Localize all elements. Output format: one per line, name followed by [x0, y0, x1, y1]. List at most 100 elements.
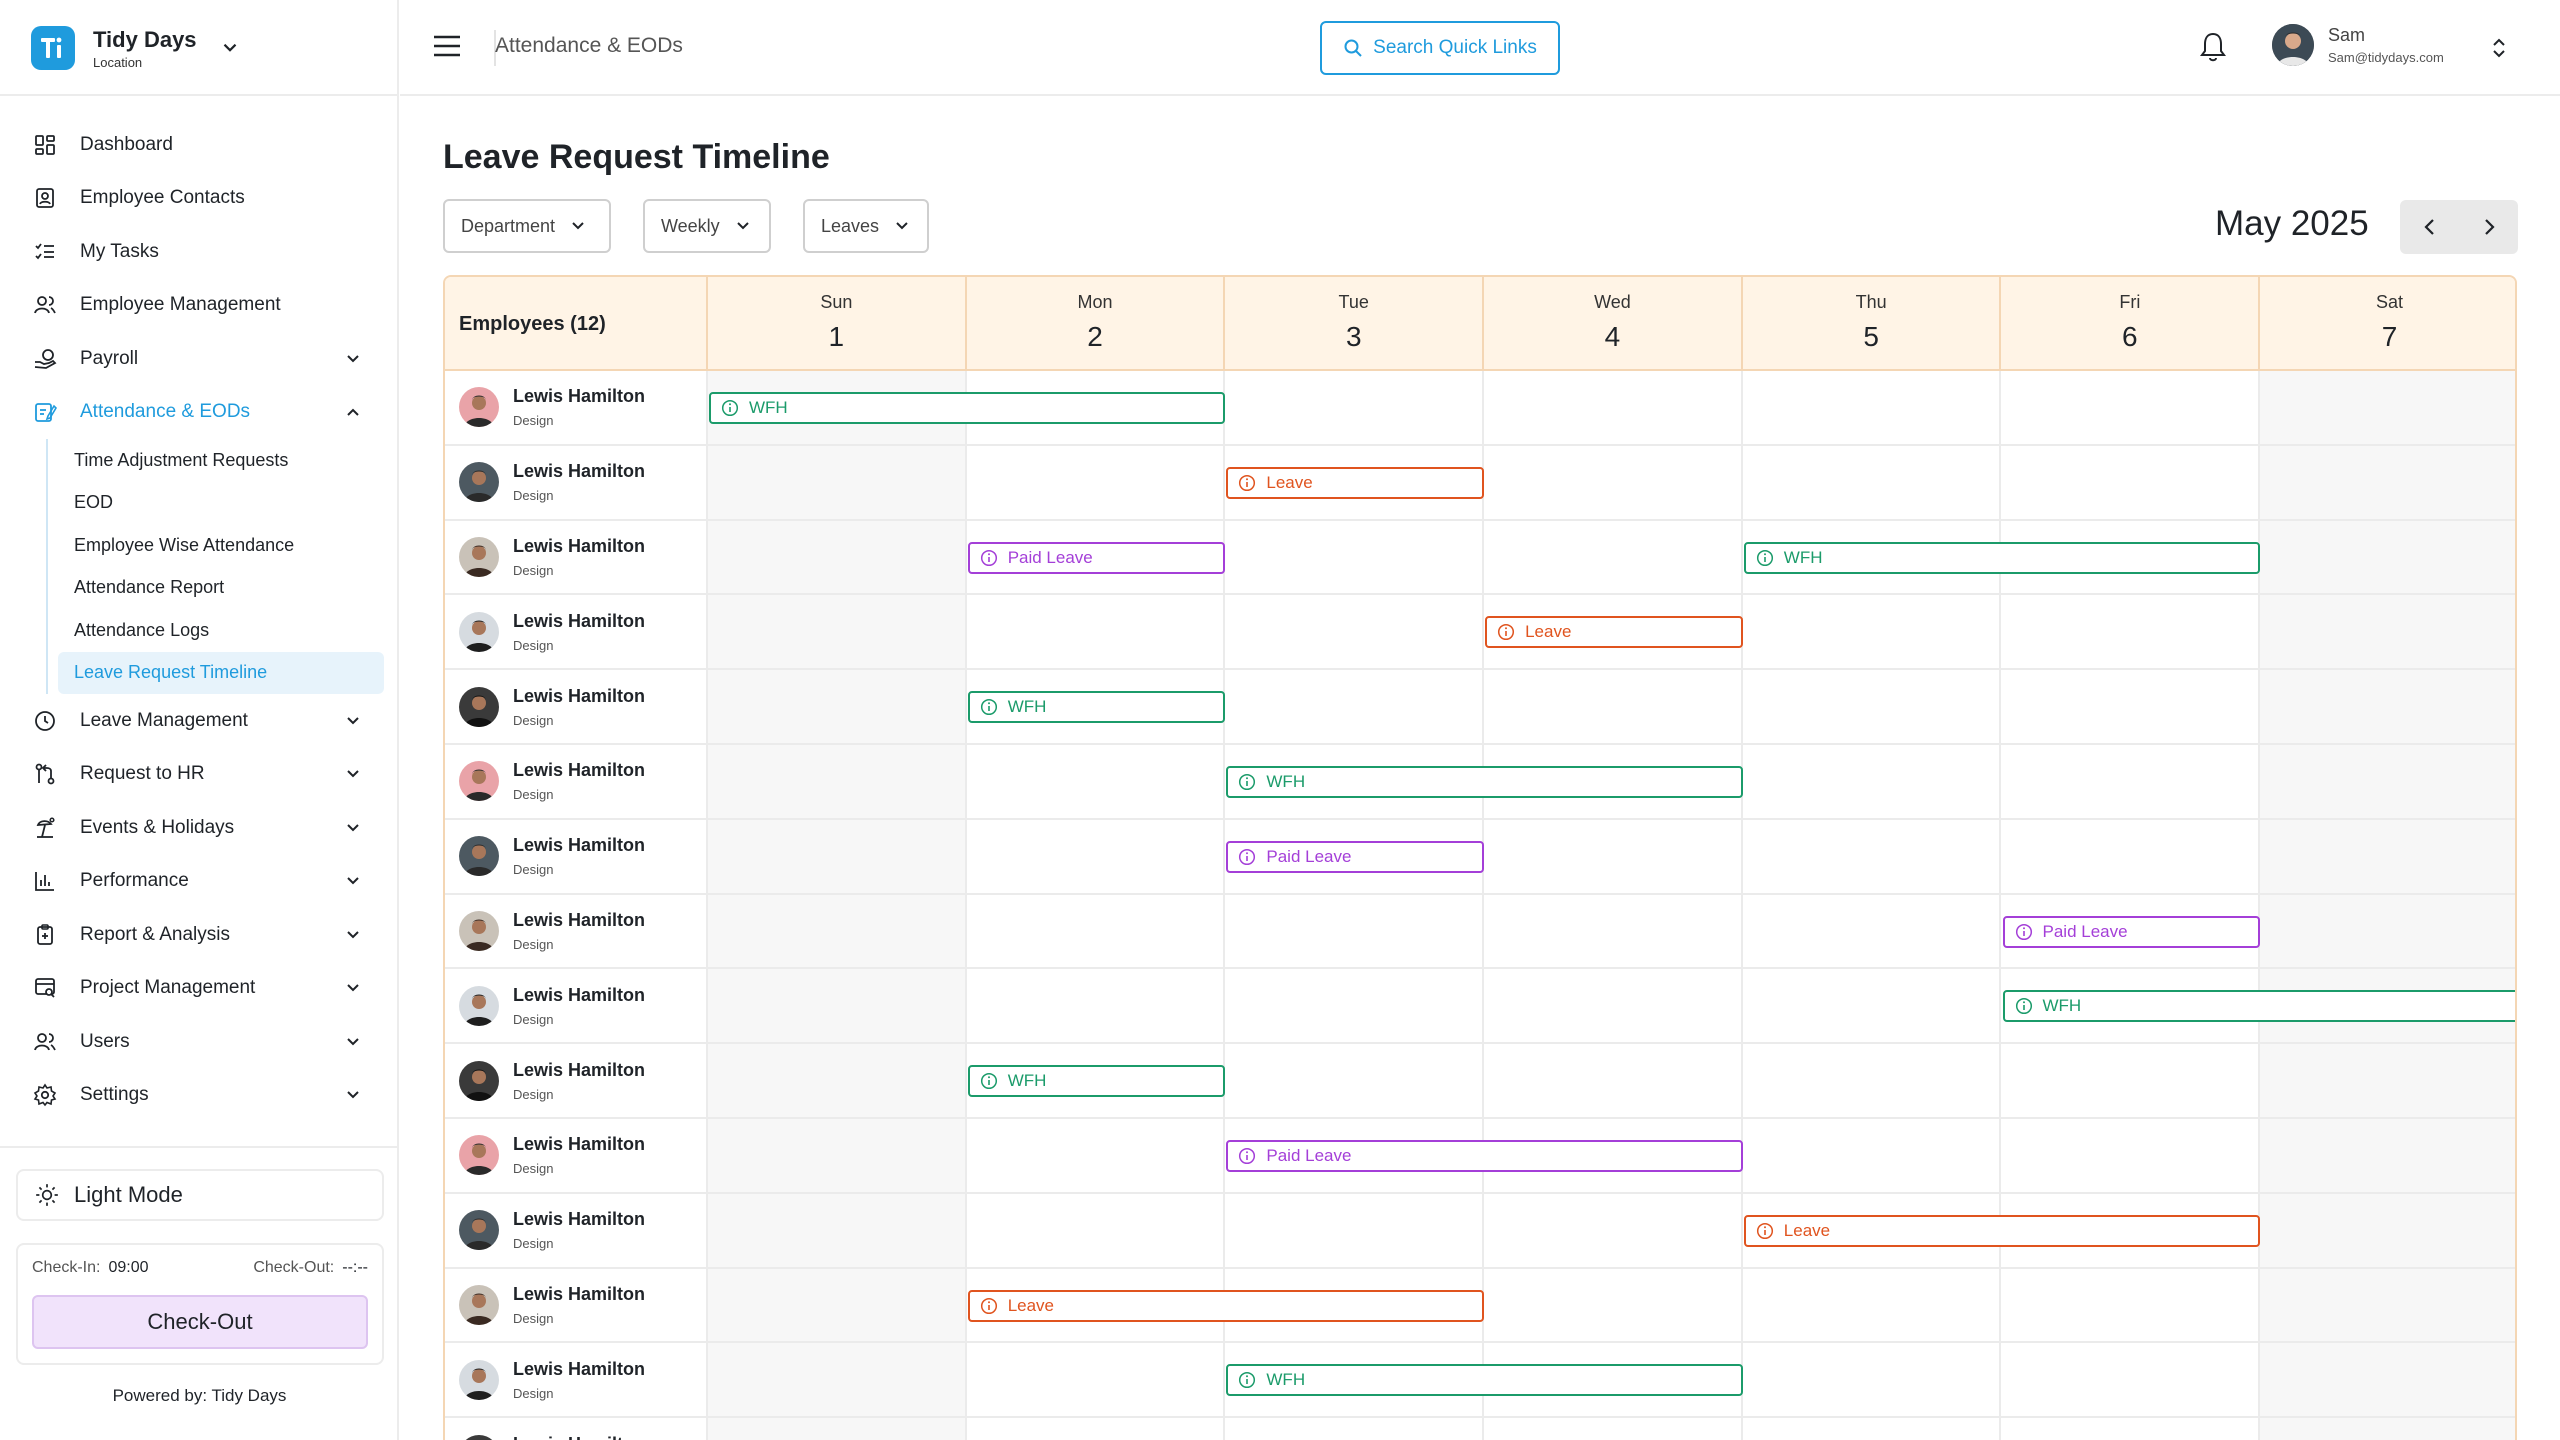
previous-week-button[interactable] — [2400, 200, 2459, 254]
day-cell[interactable] — [1743, 969, 2002, 1043]
employee-cell[interactable]: Lewis HamiltonDesign — [445, 1343, 708, 1417]
day-cell[interactable] — [1484, 894, 1743, 968]
sidebar-subitem-employee-wise-attendance[interactable]: Employee Wise Attendance — [58, 524, 399, 567]
leave-event-paid[interactable]: Paid Leave — [967, 541, 1226, 574]
leave-event-wfh[interactable]: WFH — [967, 1065, 1226, 1098]
day-cell[interactable] — [708, 819, 967, 893]
leave-event-wfh[interactable]: WFH — [2002, 990, 2515, 1023]
day-cell[interactable] — [708, 1118, 967, 1192]
bell-icon[interactable] — [2197, 30, 2229, 64]
sidebar-item-leave-management[interactable]: Leave Management — [0, 694, 399, 748]
day-cell[interactable] — [1225, 1418, 1485, 1440]
day-cell[interactable] — [1743, 1118, 2002, 1192]
sidebar-item-payroll[interactable]: Payroll — [0, 332, 399, 386]
day-cell[interactable] — [967, 1118, 1226, 1192]
sidebar-item-employee-contacts[interactable]: Employee Contacts — [0, 172, 399, 226]
day-cell[interactable] — [1484, 670, 1743, 743]
hamburger-menu-icon[interactable] — [432, 33, 462, 59]
day-cell[interactable] — [1225, 520, 1485, 594]
day-cell[interactable] — [1225, 670, 1485, 743]
employee-cell[interactable]: Lewis HamiltonDesign — [445, 1118, 708, 1192]
day-cell[interactable] — [2260, 1343, 2515, 1417]
sidebar-item-project-management[interactable]: Project Management — [0, 962, 399, 1016]
employee-cell[interactable]: Lewis HamiltonDesign — [445, 1044, 708, 1117]
day-cell[interactable] — [2002, 371, 2261, 444]
day-cell[interactable] — [2260, 595, 2515, 669]
period-filter[interactable]: Weekly — [643, 199, 771, 253]
day-cell[interactable] — [708, 1044, 967, 1117]
day-cell[interactable] — [2002, 1418, 2261, 1440]
day-cell[interactable] — [708, 1193, 967, 1267]
employee-cell[interactable]: Lewis HamiltonDesign — [445, 445, 708, 519]
leave-event-wfh[interactable]: WFH — [1743, 541, 2261, 574]
department-filter[interactable]: Department — [443, 199, 611, 253]
day-cell[interactable] — [1484, 1418, 1743, 1440]
leave-event-paid[interactable]: Paid Leave — [1226, 840, 1485, 873]
day-cell[interactable] — [2260, 445, 2515, 519]
day-cell[interactable] — [967, 744, 1226, 818]
day-cell[interactable] — [2260, 670, 2515, 743]
employee-cell[interactable]: Lewis HamiltonDesign — [445, 670, 708, 743]
day-cell[interactable] — [1743, 445, 2002, 519]
day-cell[interactable] — [1743, 1268, 2002, 1342]
sidebar-subitem-eod[interactable]: EOD — [58, 482, 399, 525]
day-cell[interactable] — [708, 520, 967, 594]
day-cell[interactable] — [967, 445, 1226, 519]
day-cell[interactable] — [2260, 520, 2515, 594]
day-cell[interactable] — [2260, 894, 2515, 968]
employee-cell[interactable]: Lewis HamiltonDesign — [445, 1418, 708, 1440]
day-cell[interactable] — [967, 819, 1226, 893]
sidebar-item-users[interactable]: Users — [0, 1015, 399, 1069]
day-cell[interactable] — [1743, 819, 2002, 893]
day-cell[interactable] — [2002, 595, 2261, 669]
leave-event-leave[interactable]: Leave — [967, 1289, 1485, 1322]
day-cell[interactable] — [708, 894, 967, 968]
day-cell[interactable] — [967, 1193, 1226, 1267]
day-cell[interactable] — [2002, 1044, 2261, 1117]
sidebar-item-dashboard[interactable]: Dashboard — [0, 118, 399, 172]
sidebar-item-events-holidays[interactable]: Events & Holidays — [0, 801, 399, 855]
day-cell[interactable] — [708, 445, 967, 519]
day-cell[interactable] — [708, 744, 967, 818]
day-cell[interactable] — [1484, 1268, 1743, 1342]
day-cell[interactable] — [1484, 445, 1743, 519]
day-cell[interactable] — [2002, 744, 2261, 818]
day-cell[interactable] — [1743, 744, 2002, 818]
sidebar-subitem-leave-request-timeline[interactable]: Leave Request Timeline — [58, 651, 384, 694]
day-cell[interactable] — [1484, 1044, 1743, 1117]
employee-cell[interactable]: Lewis HamiltonDesign — [445, 969, 708, 1043]
day-cell[interactable] — [1225, 595, 1485, 669]
day-cell[interactable] — [708, 670, 967, 743]
employee-cell[interactable]: Lewis HamiltonDesign — [445, 1268, 708, 1342]
sidebar-subitem-attendance-logs[interactable]: Attendance Logs — [58, 609, 399, 652]
day-cell[interactable] — [1743, 670, 2002, 743]
search-quick-links-button[interactable]: Search Quick Links — [1320, 21, 1560, 75]
sidebar-item-attendance[interactable]: Attendance & EODs — [0, 386, 399, 440]
sidebar-item-performance[interactable]: Performance — [0, 855, 399, 909]
leave-event-wfh[interactable]: WFH — [709, 392, 1226, 424]
day-cell[interactable] — [1484, 371, 1743, 444]
sidebar-item-employee-management[interactable]: Employee Management — [0, 279, 399, 333]
employee-cell[interactable]: Lewis HamiltonDesign — [445, 595, 708, 669]
day-cell[interactable] — [2002, 445, 2261, 519]
brand-switcher[interactable]: Tidy Days Location — [31, 26, 241, 70]
sidebar-item-settings[interactable]: Settings — [0, 1069, 399, 1123]
leave-type-filter[interactable]: Leaves — [803, 199, 929, 253]
day-cell[interactable] — [1484, 969, 1743, 1043]
employee-cell[interactable]: Lewis HamiltonDesign — [445, 520, 708, 594]
day-cell[interactable] — [1484, 819, 1743, 893]
leave-event-leave[interactable]: Leave — [1485, 616, 1743, 649]
day-cell[interactable] — [2260, 819, 2515, 893]
day-cell[interactable] — [1225, 969, 1485, 1043]
day-cell[interactable] — [2002, 1343, 2261, 1417]
employee-cell[interactable]: Lewis HamiltonDesign — [445, 744, 708, 818]
day-cell[interactable] — [1743, 894, 2002, 968]
next-week-button[interactable] — [2459, 200, 2518, 254]
day-cell[interactable] — [967, 1418, 1226, 1440]
day-cell[interactable] — [2260, 1118, 2515, 1192]
leave-event-paid[interactable]: Paid Leave — [2002, 915, 2261, 948]
user-menu[interactable]: Sam Sam@tidydays.com — [2272, 24, 2444, 66]
employee-cell[interactable]: Lewis HamiltonDesign — [445, 1193, 708, 1267]
leave-event-leave[interactable]: Leave — [1226, 466, 1485, 499]
day-cell[interactable] — [1743, 371, 2002, 444]
